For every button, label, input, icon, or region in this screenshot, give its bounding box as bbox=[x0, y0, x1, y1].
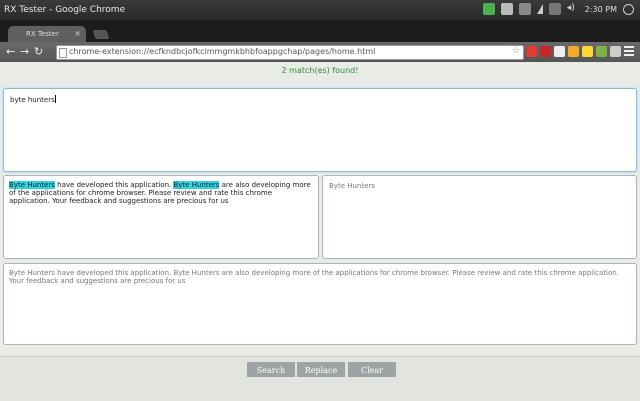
source-text-input[interactable]: Byte Hunters have developed this applica… bbox=[3, 263, 637, 345]
text-caret bbox=[54, 95, 56, 103]
bookmark-star-icon[interactable]: ☆ bbox=[512, 46, 520, 56]
page-icon bbox=[59, 48, 67, 58]
page-content: 2 match(es) found! byte hunters Byte Hun… bbox=[0, 62, 640, 401]
regex-input[interactable]: byte hunters bbox=[3, 88, 637, 172]
clear-button[interactable]: Clear bbox=[348, 362, 396, 377]
match-text: have developed this application. bbox=[54, 181, 174, 189]
button-bar: Search Replace Clear bbox=[0, 356, 640, 401]
match-highlight: Byte Hunters bbox=[173, 181, 220, 189]
dropbox-icon[interactable] bbox=[500, 3, 513, 15]
menu-icon[interactable] bbox=[624, 46, 634, 56]
regex-value[interactable]: byte hunters bbox=[10, 95, 56, 104]
new-tab-button[interactable] bbox=[92, 30, 110, 39]
bluetooth-icon[interactable] bbox=[548, 3, 561, 15]
match-highlight: Byte Hunters bbox=[9, 181, 55, 189]
match-status: 2 match(es) found! bbox=[281, 66, 359, 75]
extension-white-icon[interactable] bbox=[554, 46, 565, 57]
clock[interactable]: 2:30 PM bbox=[585, 5, 617, 14]
back-button[interactable]: ← bbox=[6, 45, 15, 59]
search-button[interactable]: Search bbox=[247, 362, 295, 377]
url-text[interactable]: chrome-extension://ecfkndbcjofkcimmgmkbh… bbox=[69, 47, 375, 56]
tab-strip: RX Tester × bbox=[0, 20, 640, 42]
reload-button[interactable]: ↻ bbox=[34, 45, 43, 59]
extension-red-icon[interactable] bbox=[526, 46, 537, 57]
address-bar[interactable]: chrome-extension://ecfkndbcjofkcimmgmkbh… bbox=[56, 45, 524, 60]
extension-green-icon[interactable] bbox=[596, 46, 607, 57]
tab-rx-tester[interactable]: RX Tester × bbox=[8, 26, 86, 42]
extension-folder-icon[interactable] bbox=[568, 46, 579, 57]
check-icon[interactable] bbox=[482, 3, 495, 15]
forward-button[interactable]: → bbox=[20, 45, 29, 59]
extension-gray-icon[interactable] bbox=[610, 46, 621, 57]
source-text-value[interactable]: Byte Hunters have developed this applica… bbox=[9, 269, 629, 285]
match-output: Byte Hunters have developed this applica… bbox=[3, 175, 319, 259]
replace-button[interactable]: Replace bbox=[297, 362, 345, 377]
match-output-text: Byte Hunters have developed this applica… bbox=[9, 181, 313, 205]
extension-dark-red-icon[interactable] bbox=[540, 46, 551, 57]
replace-value[interactable]: Byte Hunters bbox=[329, 182, 375, 190]
system-tray: ◂) 2:30 PM bbox=[482, 3, 634, 15]
window-title: RX Tester - Google Chrome bbox=[4, 5, 126, 15]
replace-input[interactable]: Byte Hunters bbox=[322, 175, 637, 259]
os-top-bar: RX Tester - Google Chrome ◂) 2:30 PM bbox=[0, 0, 640, 20]
tab-label: RX Tester bbox=[26, 30, 59, 38]
browser-toolbar: ← → ↻ chrome-extension://ecfkndbcjofkcim… bbox=[0, 42, 640, 62]
volume-icon[interactable]: ◂) bbox=[567, 3, 579, 15]
power-icon[interactable] bbox=[623, 3, 634, 15]
battery-icon[interactable] bbox=[518, 3, 531, 15]
close-icon[interactable]: × bbox=[74, 29, 81, 38]
extension-note-icon[interactable] bbox=[582, 46, 593, 57]
network-icon[interactable] bbox=[536, 4, 543, 14]
